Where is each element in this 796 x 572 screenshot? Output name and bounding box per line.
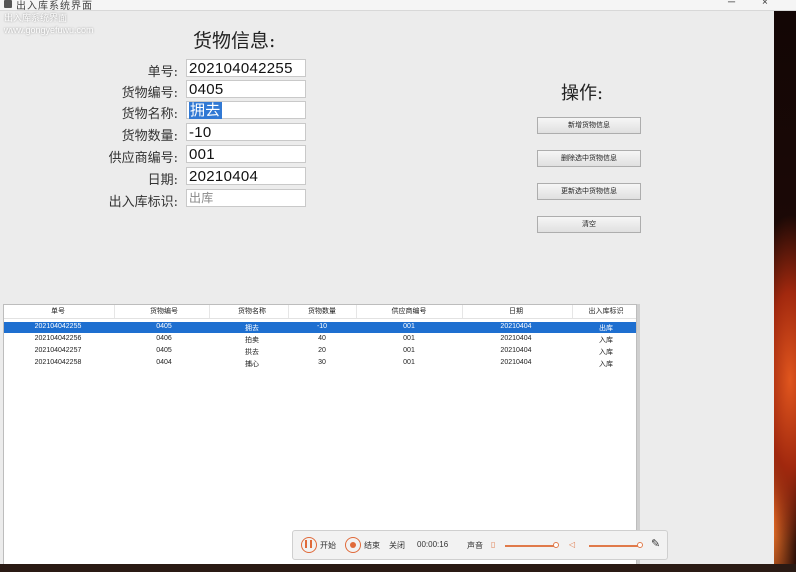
stop-label[interactable]: 结束: [364, 540, 380, 551]
cell-io-flag: 入库: [599, 337, 613, 344]
column-header-goods-name[interactable]: 货物名称: [232, 306, 272, 316]
minimize-button[interactable]: ─: [728, 0, 735, 8]
order-number-label: 单号:: [147, 65, 178, 80]
speaker-icon[interactable]: ◁: [569, 540, 575, 549]
screen-recorder-toolbar: 开始 结束 关闭 00:00:16 声音 ▯ ◁ ✎: [292, 530, 668, 560]
column-divider[interactable]: [462, 305, 463, 318]
cell-order-number: 202104042255: [34, 323, 82, 330]
delete-selected-button[interactable]: 删除选中货物信息: [537, 150, 641, 167]
goods-info-title: 货物信息:: [193, 30, 276, 52]
io-flag-label: 出入库标识:: [108, 195, 178, 210]
column-header-date[interactable]: 日期: [496, 306, 536, 316]
operations-title: 操作:: [561, 83, 604, 104]
watermark: 出入库系统界面 www.gongyefuwu.com: [4, 12, 94, 36]
pause-bar-left: [305, 540, 307, 548]
column-header-supplier[interactable]: 供应商编号: [384, 306, 434, 316]
cell-supplier: 001: [403, 323, 415, 330]
cell-goods-code: 0405: [156, 323, 172, 330]
cell-quantity: 20: [318, 347, 326, 354]
io-flag-input[interactable]: 出库: [186, 189, 306, 207]
cell-io-flag: 入库: [599, 361, 613, 368]
goods-table[interactable]: 单号 货物编号 货物名称 货物数量 供应商编号 日期 出入库标识 2021040…: [3, 304, 637, 566]
date-input[interactable]: 20210404: [186, 167, 306, 185]
cell-goods-code: 0406: [156, 335, 172, 342]
table-header: 单号 货物编号 货物名称 货物数量 供应商编号 日期 出入库标识: [4, 305, 636, 319]
table-scrollbar[interactable]: [637, 304, 640, 566]
microphone-icon[interactable]: ▯: [491, 540, 495, 549]
pause-label[interactable]: 开始: [320, 540, 336, 551]
table-row[interactable]: 202104042256 0406 拍卖 40 001 20210404 入库: [4, 334, 636, 345]
cell-date: 20210404: [500, 347, 532, 354]
watermark-line-1: 出入库系统界面: [4, 13, 68, 23]
goods-code-input[interactable]: 0405: [186, 80, 306, 98]
cell-goods-code: 0405: [156, 347, 172, 354]
column-divider[interactable]: [288, 305, 289, 318]
cell-quantity: 40: [318, 335, 326, 342]
cell-supplier: 001: [403, 359, 415, 366]
pen-icon[interactable]: ✎: [651, 537, 660, 550]
cell-quantity: -10: [316, 323, 328, 330]
microphone-slider-track[interactable]: [505, 545, 555, 547]
close-button[interactable]: ×: [762, 0, 768, 8]
quantity-label: 货物数量:: [121, 129, 178, 144]
cell-quantity: 30: [318, 359, 326, 366]
goods-name-label: 货物名称:: [121, 107, 178, 122]
cell-goods-name: 拥去: [245, 325, 259, 332]
column-divider[interactable]: [572, 305, 573, 318]
column-divider[interactable]: [356, 305, 357, 318]
cell-date: 20210404: [500, 359, 532, 366]
column-header-io-flag[interactable]: 出入库标识: [580, 306, 632, 316]
goods-name-input[interactable]: 拥去: [186, 101, 306, 119]
column-divider[interactable]: [114, 305, 115, 318]
cell-io-flag: 出库: [599, 325, 613, 332]
stop-dot: [350, 542, 356, 548]
microphone-slider-knob[interactable]: [553, 542, 559, 548]
date-label: 日期:: [147, 173, 178, 188]
cell-supplier: 001: [403, 335, 415, 342]
supplier-code-input[interactable]: 001: [186, 145, 306, 163]
add-goods-button[interactable]: 新增货物信息: [537, 117, 641, 134]
update-selected-button[interactable]: 更新选中货物信息: [537, 183, 641, 200]
order-number-input[interactable]: 202104042255: [186, 59, 306, 77]
title-bar: 出入库系统界面 ─ ×: [0, 0, 796, 11]
cell-goods-name: 捕心: [245, 361, 259, 368]
cell-goods-name: 拍卖: [245, 337, 259, 344]
column-header-order-number[interactable]: 单号: [38, 306, 78, 316]
window-title: 出入库系统界面: [16, 1, 93, 11]
pause-icon[interactable]: [301, 537, 317, 553]
speaker-slider-knob[interactable]: [637, 542, 643, 548]
cell-supplier: 001: [403, 347, 415, 354]
cell-goods-code: 0404: [156, 359, 172, 366]
cell-date: 20210404: [500, 323, 532, 330]
app-icon: [4, 0, 12, 8]
goods-name-selected-text: 拥去: [189, 102, 222, 119]
column-header-quantity[interactable]: 货物数量: [302, 306, 342, 316]
app-window: 出入库系统界面 ─ × 出入库系统界面 www.gongyefuwu.com 货…: [0, 0, 796, 572]
quantity-input[interactable]: -10: [186, 123, 306, 141]
cell-order-number: 202104042256: [34, 335, 82, 342]
mode-label[interactable]: 关闭: [389, 540, 405, 551]
clear-button[interactable]: 清空: [537, 216, 641, 233]
table-row[interactable]: 202104042257 0405 拱去 20 001 20210404 入库: [4, 346, 636, 357]
supplier-code-label: 供应商编号:: [108, 151, 178, 166]
cell-io-flag: 入库: [599, 349, 613, 356]
column-divider[interactable]: [209, 305, 210, 318]
recording-timer: 00:00:16: [417, 540, 449, 549]
speaker-slider-track[interactable]: [589, 545, 639, 547]
cell-order-number: 202104042257: [34, 347, 82, 354]
watermark-line-2: www.gongyefuwu.com: [4, 25, 94, 35]
table-row[interactable]: 202104042258 0404 捕心 30 001 20210404 入库: [4, 358, 636, 369]
cell-order-number: 202104042258: [34, 359, 82, 366]
cell-goods-name: 拱去: [245, 349, 259, 356]
cell-date: 20210404: [500, 335, 532, 342]
goods-code-label: 货物编号:: [121, 86, 178, 101]
table-row[interactable]: 202104042255 0405 拥去 -10 001 20210404 出库: [4, 322, 636, 333]
taskbar-strip: [0, 564, 796, 572]
volume-label: 声音: [467, 541, 483, 550]
column-header-goods-code[interactable]: 货物编号: [144, 306, 184, 316]
pause-bar-right: [310, 540, 312, 548]
